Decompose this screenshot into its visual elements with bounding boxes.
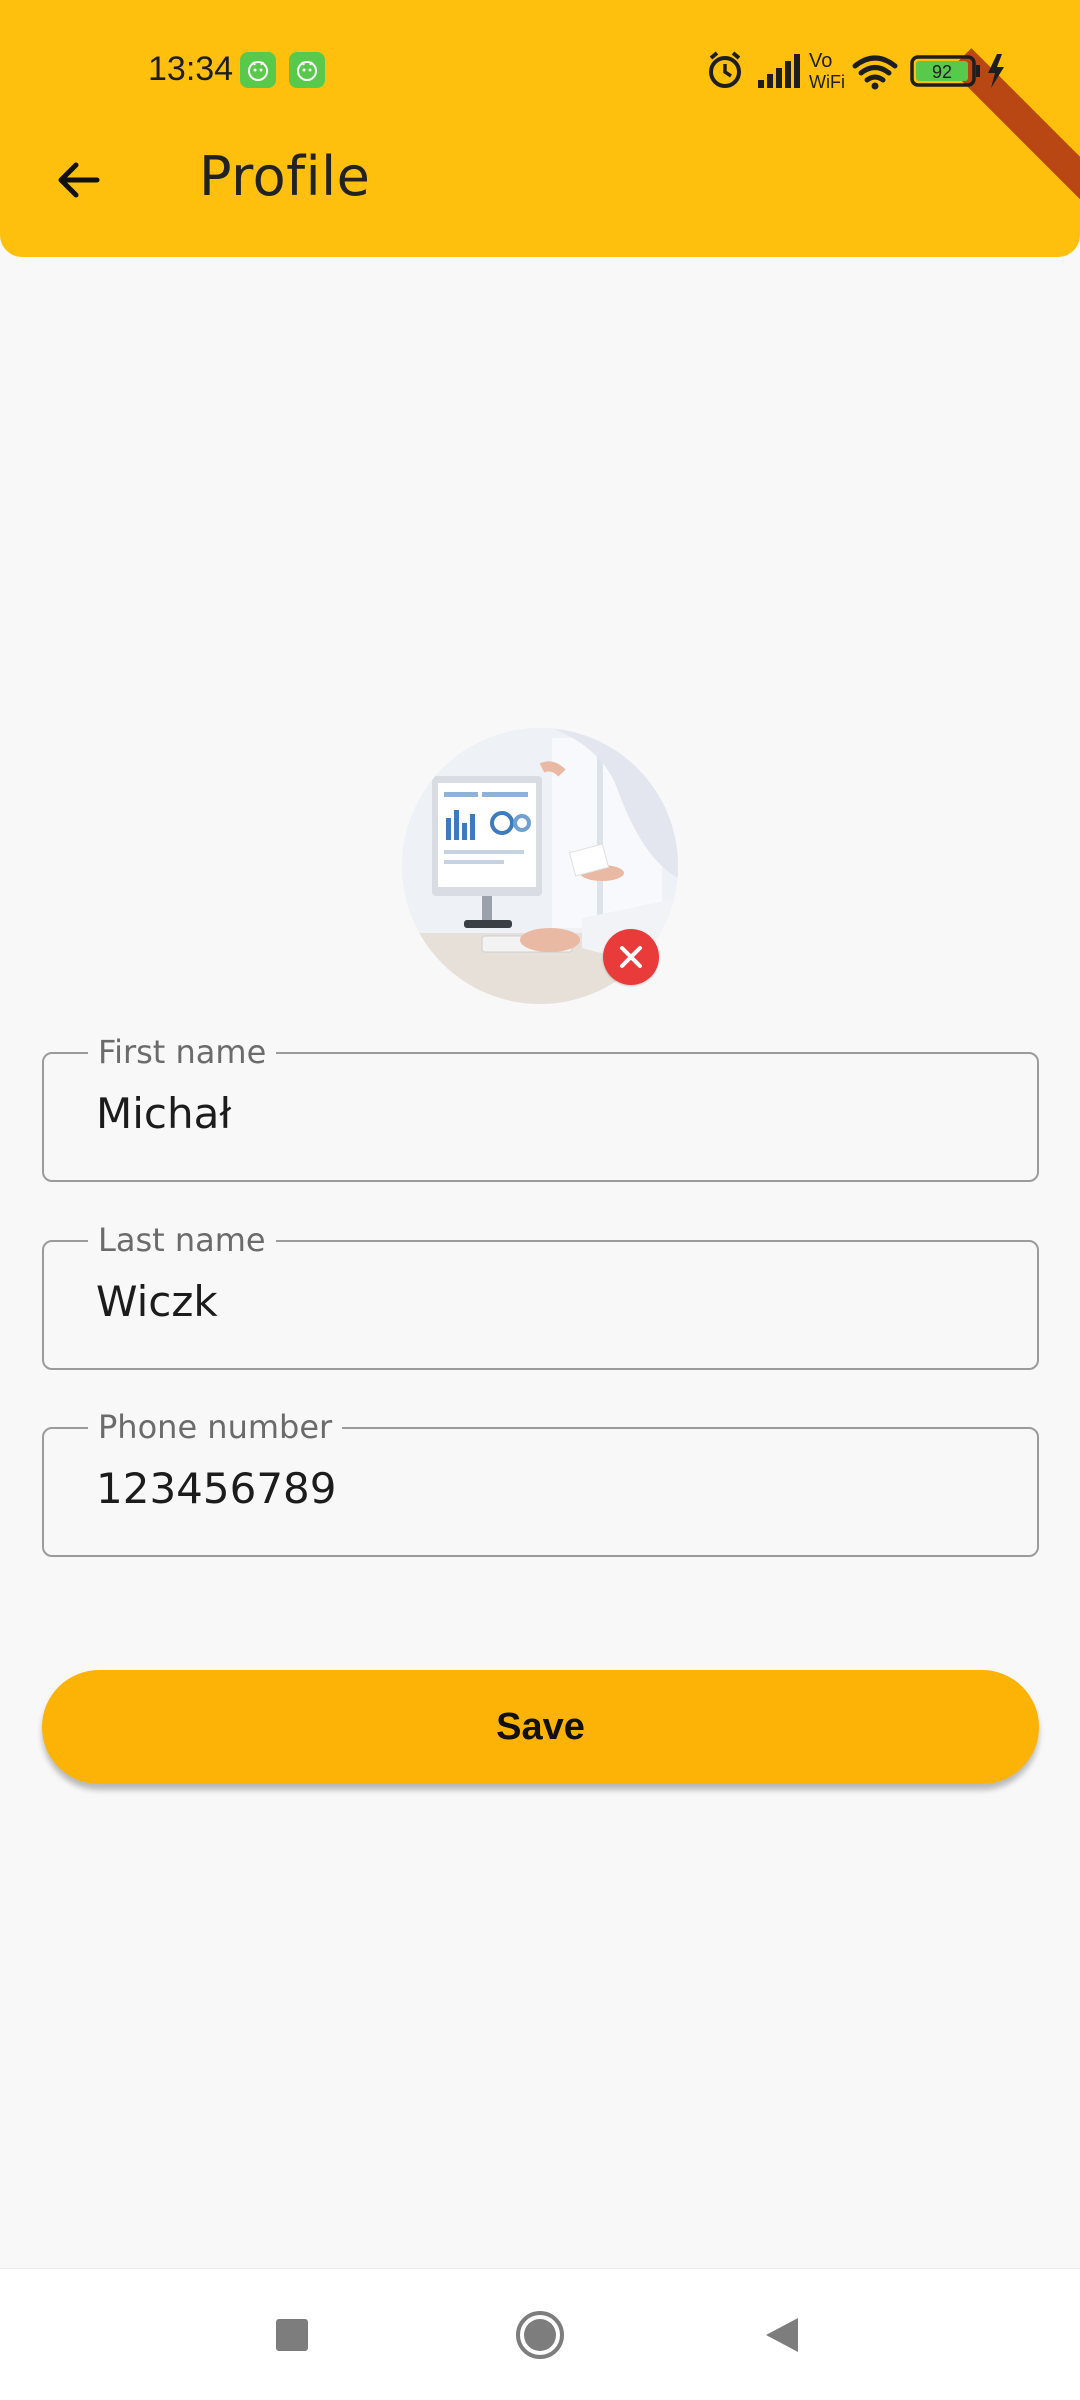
triangle-back-icon	[766, 2318, 798, 2352]
square-icon	[276, 2319, 308, 2351]
home-button[interactable]	[510, 2305, 570, 2365]
notification-app-icon	[240, 52, 276, 88]
alarm-icon	[709, 51, 741, 88]
recent-apps-button[interactable]	[262, 2305, 322, 2365]
back-button[interactable]	[38, 140, 118, 220]
nav-back-button[interactable]	[752, 2305, 812, 2365]
svg-text:92: 92	[932, 62, 952, 82]
remove-photo-button[interactable]	[603, 929, 659, 985]
last-name-value[interactable]: Wiczk	[96, 1272, 218, 1332]
charging-icon	[988, 54, 1004, 88]
status-icons: Vo WiFi 92	[705, 48, 1030, 92]
phone-number-label: Phone number	[88, 1407, 343, 1447]
app-bar: 13:34 Vo WiFi 92 Profile	[0, 0, 1080, 257]
first-name-value[interactable]: Michał	[96, 1084, 231, 1144]
wifi-icon	[852, 55, 898, 83]
status-time: 13:34	[148, 50, 234, 88]
save-button[interactable]: Save	[42, 1670, 1039, 1784]
arrow-left-icon	[58, 162, 100, 198]
close-icon	[620, 946, 642, 968]
phone-number-field[interactable]: Phone number 123456789	[42, 1407, 1039, 1557]
page-title: Profile	[199, 145, 371, 208]
svg-text:WiFi: WiFi	[809, 72, 845, 92]
battery-icon: 92	[910, 55, 980, 87]
system-nav-bar	[0, 2268, 1080, 2400]
svg-text:Vo: Vo	[809, 50, 832, 72]
circle-icon	[516, 2311, 564, 2359]
first-name-label: First name	[88, 1032, 277, 1072]
phone-number-value[interactable]: 123456789	[96, 1459, 337, 1519]
last-name-field[interactable]: Last name Wiczk	[42, 1220, 1039, 1370]
notification-app-icon	[289, 52, 325, 88]
last-name-label: Last name	[88, 1220, 276, 1260]
signal-icon	[758, 54, 800, 88]
first-name-field[interactable]: First name Michał	[42, 1032, 1039, 1182]
